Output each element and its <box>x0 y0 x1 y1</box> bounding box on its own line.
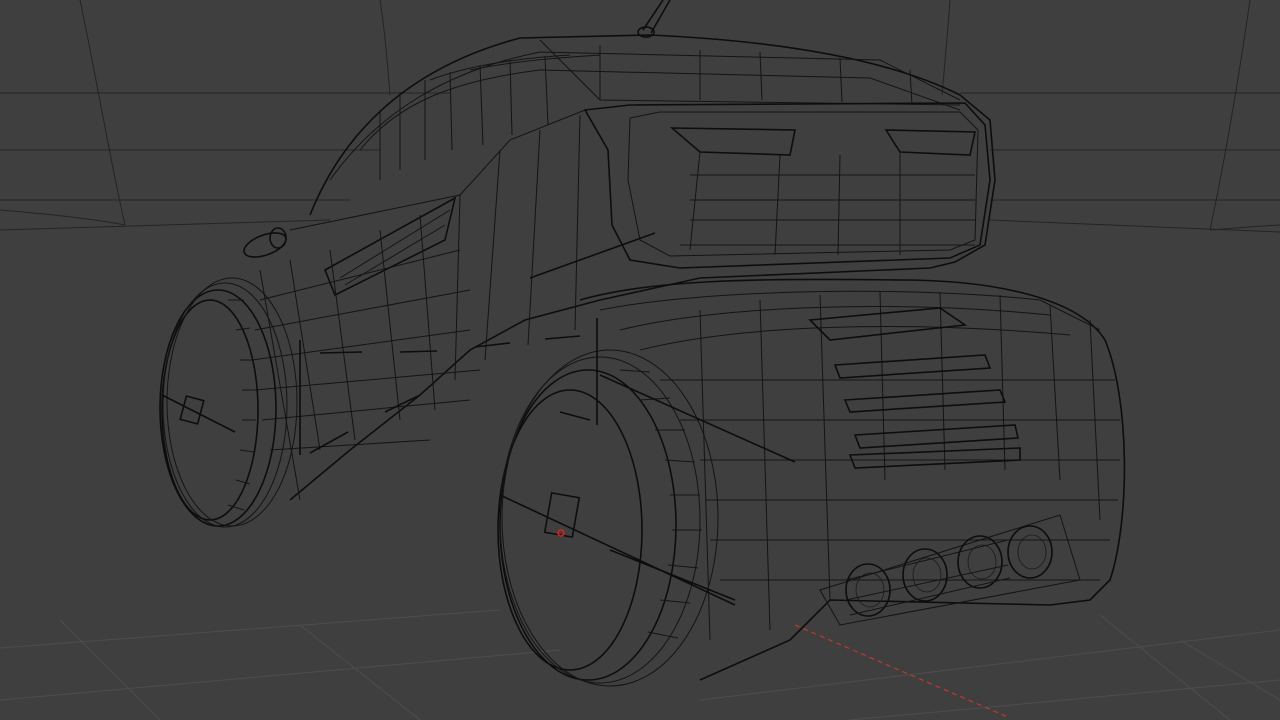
left-wheel <box>159 277 298 528</box>
exhaust-pipes <box>819 514 1081 626</box>
floor-grid <box>0 609 1280 720</box>
right-wheel <box>497 349 736 687</box>
x-axis-line <box>794 624 1011 719</box>
cab-body <box>243 34 996 501</box>
wireframe-scene <box>0 0 1280 720</box>
rig-lines <box>299 232 796 601</box>
antenna <box>637 0 671 38</box>
rear-engine-housing <box>579 278 1126 681</box>
3d-viewport[interactable] <box>0 0 1280 720</box>
